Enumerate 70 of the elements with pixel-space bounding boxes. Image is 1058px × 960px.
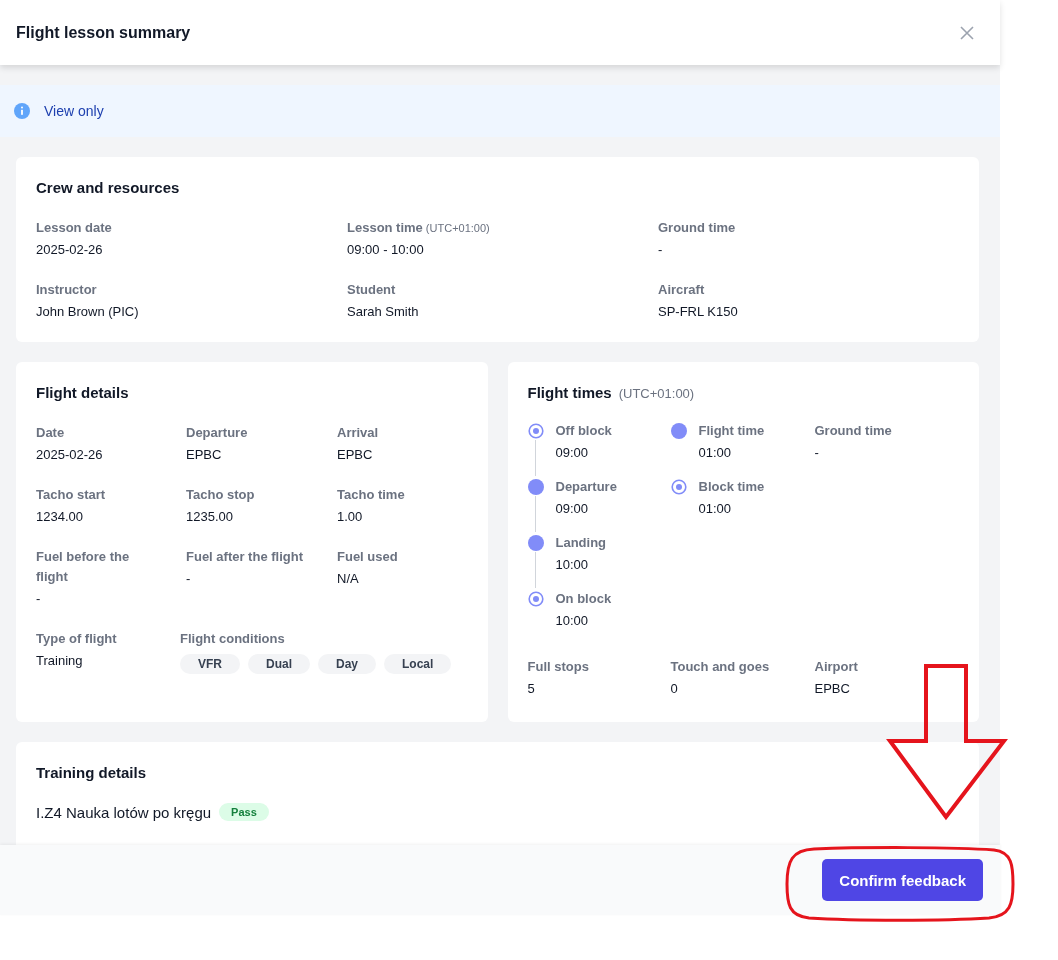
condition-tag: Day: [318, 654, 377, 674]
field-value: 5: [527, 680, 536, 698]
field-label: Off block: [555, 422, 612, 440]
condition-tag: VFR: [180, 654, 240, 674]
field-value: 1.00: [337, 508, 364, 526]
field-value: 2025-02-26: [36, 241, 104, 259]
field-value: 09:00: [555, 500, 590, 518]
field-label: Aircraft: [658, 282, 705, 297]
field-value: SP-FRL K150: [658, 303, 739, 321]
field-value: -: [658, 241, 664, 259]
field-value: 10:00: [555, 556, 590, 574]
card-title: Training details: [36, 764, 148, 781]
field-value: 10:00: [555, 612, 590, 630]
field-value: EPBC: [337, 446, 374, 464]
field-label: Lesson time: [347, 220, 423, 235]
field-label: Type of flight: [36, 631, 117, 646]
timezone-note: (UTC+01:00): [425, 222, 490, 234]
card-title: Flight details: [36, 384, 130, 401]
field-label: Fuel after the flight: [186, 549, 303, 564]
field-label: Block time: [698, 478, 765, 496]
field-value: N/A: [337, 570, 360, 588]
field-label: Fuel before the flight: [36, 549, 130, 584]
condition-tag: Local: [384, 654, 452, 674]
field-label: Tacho stop: [186, 487, 255, 502]
field-value: John Brown (PIC): [36, 303, 140, 321]
field-value: 2025-02-26: [36, 446, 104, 464]
field-label: Airport: [814, 659, 858, 674]
field-label: Ground time: [658, 220, 736, 235]
field-label: Touch and goes: [670, 659, 770, 674]
field-label: Arrival: [337, 425, 379, 440]
field-label: Instructor: [36, 282, 97, 297]
field-label: Flight conditions: [180, 631, 285, 646]
field-value: 1234.00: [36, 508, 84, 526]
confirm-button[interactable]: Confirm feedback: [822, 859, 983, 901]
field-label: Departure: [186, 425, 248, 440]
field-label: Tacho time: [337, 487, 405, 502]
field-value: EPBC: [814, 680, 851, 698]
result-badge: Pass: [219, 803, 269, 821]
field-value: 0: [670, 680, 679, 698]
field-value: -: [814, 444, 820, 462]
timezone-note: (UTC+01:00): [618, 386, 695, 401]
field-label: Lesson date: [36, 220, 112, 235]
field-label: Landing: [555, 534, 607, 552]
field-value: Training: [36, 652, 84, 670]
field-value: 09:00: [555, 444, 590, 462]
field-label: Departure: [555, 478, 617, 496]
field-value: 1235.00: [186, 508, 234, 526]
field-label: Student: [347, 282, 396, 297]
dialog-title: Flight lesson summary: [16, 23, 191, 42]
field-label: Fuel used: [337, 549, 398, 564]
field-label: Ground time: [814, 423, 892, 438]
field-label: Date: [36, 425, 65, 440]
field-value: -: [36, 590, 42, 608]
card-title: Crew and resources: [36, 179, 181, 196]
field-label: Tacho start: [36, 487, 106, 502]
card-title: Flight times: [527, 384, 612, 401]
notice-text: View only: [44, 103, 104, 119]
close-icon: [960, 25, 974, 40]
field-value: 09:00 - 10:00: [347, 241, 425, 259]
info-icon: [14, 103, 30, 119]
field-label: Full stops: [527, 659, 589, 674]
field-value: 01:00: [698, 500, 733, 518]
field-value: Sarah Smith: [347, 303, 420, 321]
field-value: -: [186, 570, 192, 588]
field-label: Flight time: [698, 422, 765, 440]
lesson-name: I.Z4 Nauka lotów po kręgu: [36, 803, 212, 821]
field-label: On block: [555, 590, 612, 608]
condition-tag: Dual: [248, 654, 310, 674]
field-value: EPBC: [186, 446, 223, 464]
field-value: 01:00: [698, 444, 733, 462]
